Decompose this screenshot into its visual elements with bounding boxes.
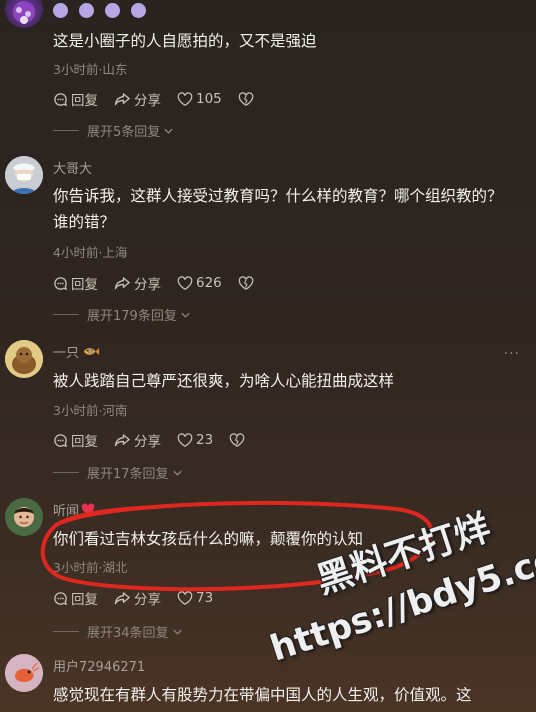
comment-text: 你告诉我，这群人接受过教育吗？什么样的教育？哪个组织教的？谁的错？ <box>53 187 503 231</box>
like-button[interactable]: 23 <box>177 432 213 448</box>
comment-text: 感觉现在有群人有股势力在带偏中国人的人生观，价值观。这 <box>53 686 472 704</box>
heart-icon <box>177 91 193 106</box>
reply-button[interactable]: 回复 <box>53 89 98 109</box>
badge-dot-icon <box>53 3 68 18</box>
share-label: 分享 <box>134 93 161 109</box>
expand-replies[interactable]: 展开34条回复 <box>53 622 183 641</box>
reply-icon <box>54 276 68 290</box>
comment-actions: 回复 分享 23 <box>53 430 264 450</box>
badge-dot-icon <box>79 3 94 18</box>
chevron-down-icon <box>164 128 173 134</box>
share-label: 分享 <box>134 434 161 450</box>
like-count: 105 <box>196 91 222 107</box>
dislike-button[interactable] <box>238 91 257 107</box>
badge-dot-icon <box>131 3 146 18</box>
expand-label: 展开17条回复 <box>87 467 169 482</box>
like-count: 626 <box>196 275 222 291</box>
expand-replies[interactable]: 展开179条回复 <box>53 305 191 324</box>
more-options-button[interactable]: ··· <box>504 346 520 362</box>
expand-label: 展开179条回复 <box>87 309 177 324</box>
chevron-down-icon <box>181 312 190 318</box>
user-name[interactable]: 大哥大 <box>53 158 92 177</box>
fish-emoji-icon <box>83 347 100 356</box>
dislike-button[interactable] <box>229 432 248 448</box>
comment-actions: 回复 分享 105 <box>53 89 273 109</box>
avatar-animal-icon <box>5 340 43 378</box>
comment-meta: 4小时前·上海 <box>53 245 128 260</box>
reply-label: 回复 <box>71 93 98 109</box>
reply-icon <box>54 433 68 447</box>
user-name[interactable]: 一只 <box>53 342 79 361</box>
reply-button[interactable]: 回复 <box>53 430 98 450</box>
user-name-row: 一只 <box>53 342 100 361</box>
user-name[interactable]: 用户72946271 <box>53 656 145 675</box>
share-label: 分享 <box>134 277 161 293</box>
reply-label: 回复 <box>71 277 98 293</box>
chevron-down-icon <box>172 470 182 476</box>
share-button[interactable]: 分享 <box>114 273 161 293</box>
heart-icon <box>177 275 193 290</box>
divider-line <box>53 472 79 473</box>
share-icon <box>114 92 130 105</box>
broken-heart-icon <box>238 91 254 106</box>
like-count: 23 <box>196 432 214 448</box>
chevron-down-icon <box>172 629 182 635</box>
comment-text: 这是小圈子的人自愿拍的，又不是强迫 <box>53 32 317 50</box>
share-icon <box>114 433 130 446</box>
reply-button[interactable]: 回复 <box>53 273 98 293</box>
avatar[interactable] <box>5 654 43 692</box>
divider-line <box>53 314 79 315</box>
dislike-button[interactable] <box>238 275 257 291</box>
avatar-masked-person-icon <box>5 156 43 194</box>
share-icon <box>114 276 130 289</box>
avatar[interactable] <box>5 0 43 28</box>
comment-meta: 3小时前·山东 <box>53 62 128 77</box>
badge-row <box>53 3 157 22</box>
comment-actions: 回复 分享 626 <box>53 273 273 293</box>
broken-heart-icon <box>229 432 245 447</box>
red-circle-annotation <box>40 500 434 592</box>
reply-label: 回复 <box>71 434 98 450</box>
divider-line <box>53 130 79 131</box>
reply-icon <box>54 92 68 106</box>
share-button[interactable]: 分享 <box>114 89 161 109</box>
broken-heart-icon <box>238 275 254 290</box>
comment-text: 被人践踏自己尊严还很爽，为啥人心能扭曲成这样 <box>53 372 395 390</box>
avatar-shrimp-icon <box>5 654 43 692</box>
expand-label: 展开5条回复 <box>87 125 161 140</box>
share-button[interactable]: 分享 <box>114 430 161 450</box>
expand-replies[interactable]: 展开17条回复 <box>53 463 183 482</box>
like-button[interactable]: 626 <box>177 275 222 291</box>
avatar[interactable] <box>5 156 43 194</box>
avatar[interactable] <box>5 340 43 378</box>
expand-label: 展开34条回复 <box>87 626 169 641</box>
badge-dot-icon <box>105 3 120 18</box>
divider-line <box>53 631 79 632</box>
expand-replies[interactable]: 展开5条回复 <box>53 121 174 140</box>
heart-icon <box>177 432 193 447</box>
like-button[interactable]: 105 <box>177 91 222 107</box>
avatar-plant-icon <box>13 1 35 24</box>
comment-meta: 3小时前·河南 <box>53 403 128 418</box>
